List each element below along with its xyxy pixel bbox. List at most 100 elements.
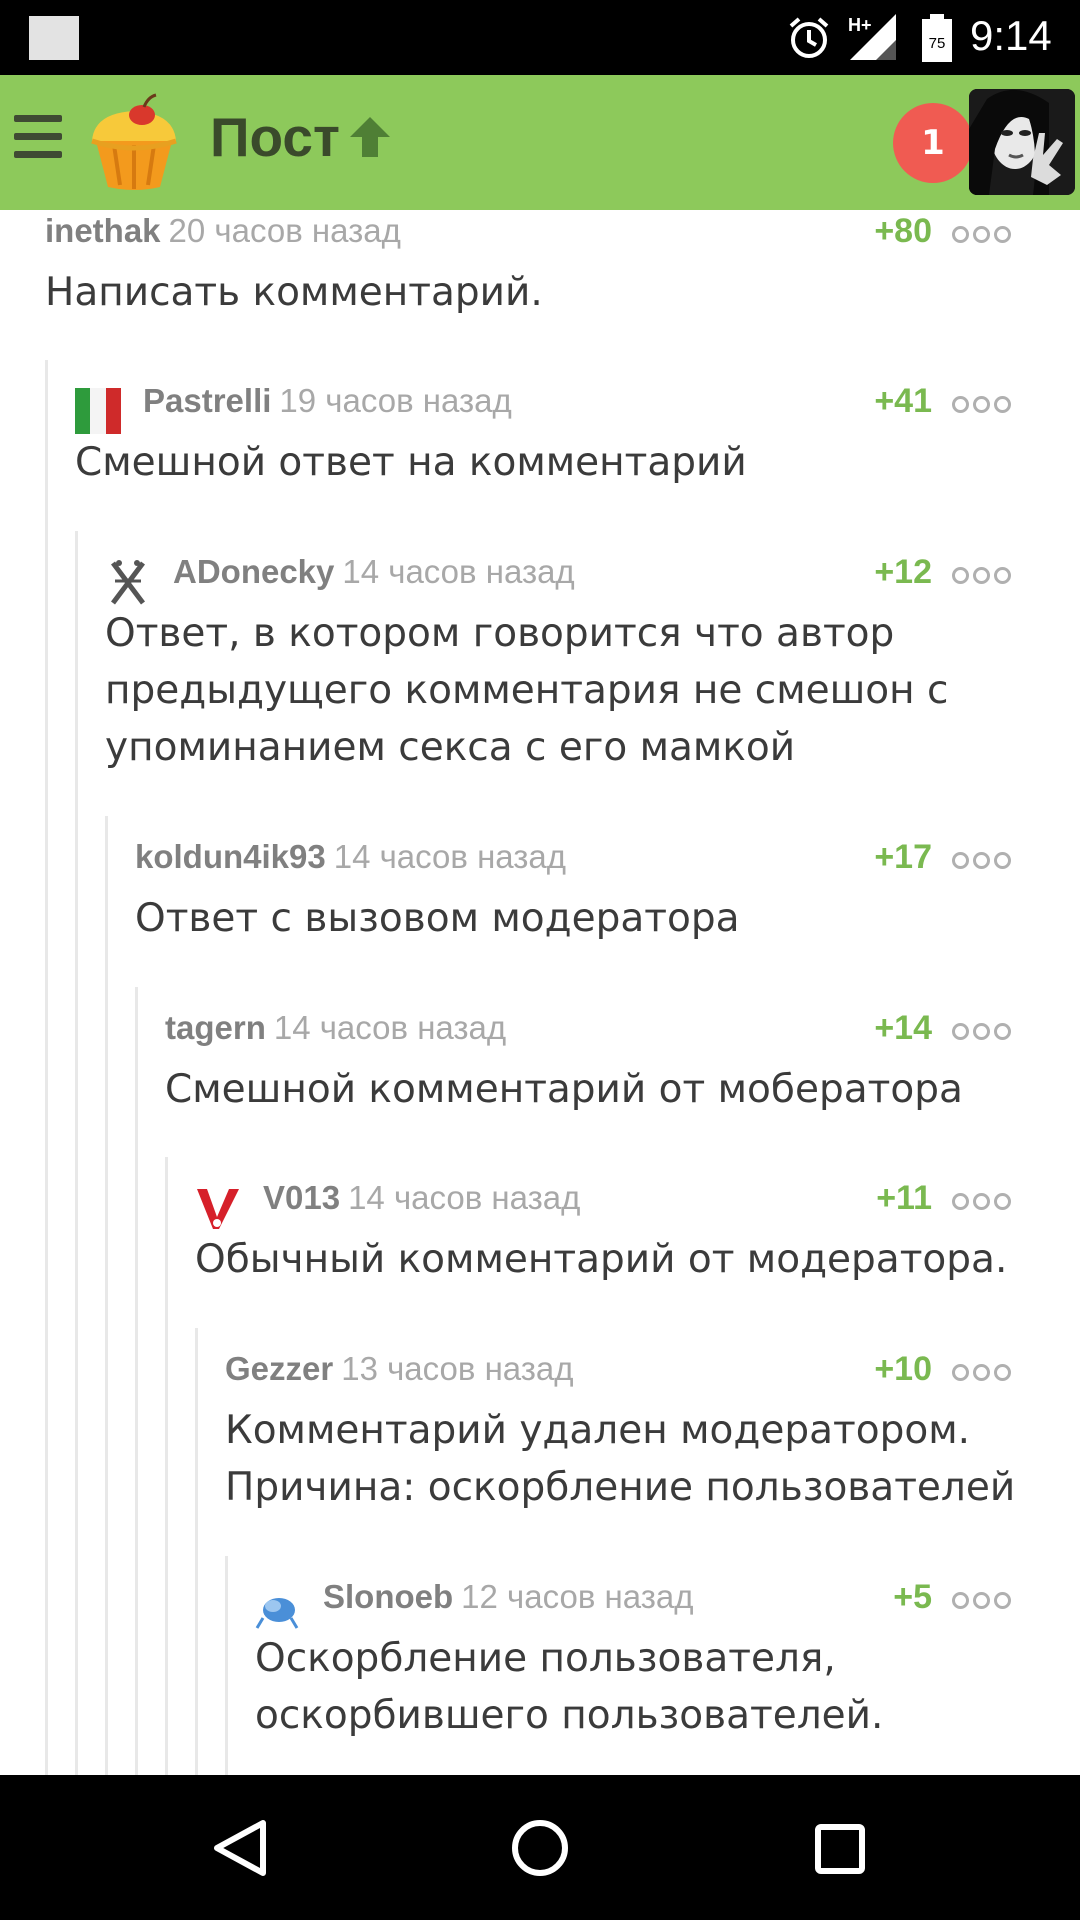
- more-options-icon[interactable]: [952, 1590, 1012, 1612]
- comment-username[interactable]: ADonecky 14 часов назад: [173, 553, 575, 591]
- thread-line: [75, 531, 78, 1775]
- comment-text: Обычный комментарий от модератора.: [195, 1231, 1080, 1288]
- x-symbol-icon[interactable]: [105, 559, 151, 605]
- comment-score[interactable]: +12: [874, 553, 932, 592]
- comment-time: 14 часов назад: [333, 838, 567, 875]
- blue-bird-icon[interactable]: [255, 1584, 301, 1630]
- recents-icon: [815, 1824, 865, 1874]
- app-bar: Пост 1: [0, 75, 1080, 210]
- status-bar: H+ 75 9:14: [0, 0, 1080, 75]
- arrow-up-icon[interactable]: [348, 115, 392, 159]
- italy-flag-icon[interactable]: [75, 388, 121, 434]
- comment: koldun4ik93 14 часов назад +17 Ответ с вызо…: [135, 836, 1080, 947]
- comment-text: Смешной ответ на комментарий: [75, 434, 1080, 491]
- comment-time: 12 часов назад: [461, 1578, 694, 1615]
- username-text[interactable]: tagern: [165, 1009, 266, 1046]
- comment-header: Slonoeb 12 часов назад +5: [255, 1576, 1080, 1630]
- comment-time: 14 часов назад: [348, 1179, 581, 1216]
- more-options-icon[interactable]: [952, 394, 1012, 416]
- comment-text-line: Смешной ответ на комментарий: [75, 440, 747, 485]
- battery-icon: 75: [922, 14, 952, 62]
- thread-line: [225, 1556, 228, 1775]
- comment-header: inethak 20 часов назад +80: [45, 210, 1080, 264]
- comment-text: Написать комментарий.: [45, 264, 1080, 321]
- username-text[interactable]: Pastrelli: [143, 382, 271, 419]
- thread-line: [45, 360, 48, 1775]
- comment-text-line: Ответ, в котором говорится что автор: [105, 611, 895, 656]
- username-text[interactable]: inethak: [45, 212, 161, 249]
- comment-header: koldun4ik93 14 часов назад +17: [135, 836, 1080, 890]
- comment-score[interactable]: +5: [893, 1578, 932, 1617]
- more-options-icon[interactable]: [952, 850, 1012, 872]
- username-text[interactable]: Slonoeb: [323, 1578, 453, 1615]
- thread-line: [195, 1328, 198, 1775]
- username-text[interactable]: ADonecky: [173, 553, 334, 590]
- comment-time: 20 часов назад: [168, 212, 401, 249]
- comment-score[interactable]: +17: [874, 838, 932, 877]
- comment-text: Ответ, в котором говорится что автор пред…: [105, 605, 1080, 776]
- comment-score[interactable]: +11: [876, 1179, 932, 1218]
- comments-thread: inethak 20 часов назад +80 Написать коммент…: [0, 210, 1080, 1775]
- notification-square-icon: [29, 16, 79, 60]
- avatar[interactable]: [969, 89, 1075, 195]
- thread-line: [165, 1157, 168, 1775]
- comment-text: Ответ с вызовом модератора: [135, 890, 1080, 947]
- home-button[interactable]: [460, 1775, 620, 1920]
- more-options-icon[interactable]: [952, 224, 1012, 246]
- comment: V013 14 часов назад +11 Обычный комментарий…: [195, 1177, 1080, 1288]
- svg-text:75: 75: [929, 35, 946, 52]
- comment-text: Смешной комментарий от мобератора: [165, 1061, 1080, 1118]
- comment-username[interactable]: V013 14 часов назад: [263, 1179, 580, 1217]
- comment-time: 14 часов назад: [342, 553, 575, 590]
- more-options-icon[interactable]: [952, 565, 1012, 587]
- comment-score[interactable]: +10: [874, 1350, 932, 1389]
- comment-header: Pastrelli 19 часов назад +41: [75, 380, 1080, 434]
- cupcake-logo-icon[interactable]: [84, 93, 184, 193]
- comment: ADonecky 14 часов назад +12 Ответ, в которо…: [105, 551, 1080, 776]
- more-options-icon[interactable]: [952, 1362, 1012, 1384]
- notification-badge[interactable]: 1: [893, 103, 973, 183]
- recents-button[interactable]: [760, 1775, 920, 1920]
- clock: 9:14: [970, 12, 1052, 59]
- comment-username[interactable]: Gezzer 13 часов назад: [225, 1350, 574, 1388]
- alarm-icon: [789, 17, 829, 58]
- username-text[interactable]: V013: [263, 1179, 340, 1216]
- navigation-bar: [0, 1775, 1080, 1920]
- comment-score[interactable]: +80: [874, 212, 932, 251]
- comment-text-line: Оскорбление пользователя,: [255, 1636, 836, 1681]
- comment-time: 14 часов назад: [273, 1009, 507, 1046]
- thread-line: [135, 987, 138, 1775]
- comment-username[interactable]: inethak 20 часов назад: [45, 212, 401, 250]
- comment: Pastrelli 19 часов назад +41 Смешной ответ …: [75, 380, 1080, 491]
- comment-text-line: Ответ с вызовом модератора: [135, 896, 740, 941]
- svg-text:H+: H+: [848, 15, 872, 35]
- comment-header: ADonecky 14 часов назад +12: [105, 551, 1080, 605]
- comment-text: Оскорбление пользователя, оскорбившего по…: [255, 1630, 1080, 1744]
- comment-text: Комментарий удален модератором. Причина: …: [225, 1402, 1080, 1516]
- comment-score[interactable]: +41: [874, 382, 932, 421]
- thread-line: [105, 816, 108, 1775]
- username-text[interactable]: koldun4ik93: [135, 838, 326, 875]
- comment-text-line: предыдущего комментария не смешон с: [105, 668, 949, 713]
- comment-text-line: Смешной комментарий от мобератора: [165, 1067, 963, 1112]
- menu-icon[interactable]: [14, 115, 62, 159]
- page-title: Пост: [210, 106, 340, 168]
- back-icon: [214, 1820, 266, 1876]
- comment-time: 19 часов назад: [279, 382, 512, 419]
- comment: Slonoeb 12 часов назад +5 Оскорбление польз…: [255, 1576, 1080, 1744]
- comment-username[interactable]: Pastrelli 19 часов назад: [143, 382, 512, 420]
- more-options-icon[interactable]: [952, 1191, 1012, 1213]
- comment-text-line: упоминанием секса с его мамкой: [105, 725, 796, 770]
- comment-score[interactable]: +14: [874, 1009, 932, 1048]
- comment-text-line: Комментарий удален модератором.: [225, 1408, 971, 1453]
- comment-header: tagern 14 часов назад +14: [165, 1007, 1080, 1061]
- comment-username[interactable]: tagern 14 часов назад: [165, 1009, 506, 1047]
- comment: inethak 20 часов назад +80 Написать коммент…: [45, 210, 1080, 321]
- v-logo-icon[interactable]: [195, 1185, 241, 1231]
- username-text[interactable]: Gezzer: [225, 1350, 333, 1387]
- back-button[interactable]: [160, 1775, 320, 1920]
- comment-text-line: Причина: оскорбление пользователей: [225, 1465, 1016, 1510]
- comment-username[interactable]: Slonoeb 12 часов назад: [323, 1578, 693, 1616]
- comment-username[interactable]: koldun4ik93 14 часов назад: [135, 838, 566, 876]
- more-options-icon[interactable]: [952, 1021, 1012, 1043]
